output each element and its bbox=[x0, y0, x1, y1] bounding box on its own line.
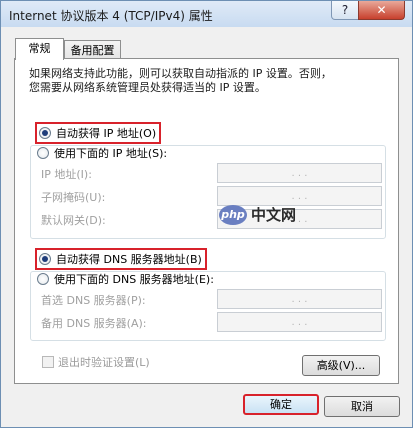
preferred-dns-label: 首选 DNS 服务器(P): bbox=[41, 294, 146, 307]
cancel-button[interactable]: 取消 bbox=[324, 396, 400, 417]
intro-line-2: 您需要从网络系统管理员处获得适当的 IP 设置。 bbox=[29, 81, 266, 94]
dialog-window: Internet 协议版本 4 (TCP/IPv4) 属性 ? ✕ 常规 备用配… bbox=[0, 0, 413, 428]
ip-address-value: . . . bbox=[291, 167, 308, 179]
close-button[interactable]: ✕ bbox=[358, 1, 405, 20]
preferred-dns-input[interactable]: . . . bbox=[217, 289, 382, 309]
auto-dns-label: 自动获得 DNS 服务器地址(B) bbox=[56, 253, 202, 266]
auto-ip-label: 自动获得 IP 地址(O) bbox=[56, 127, 157, 140]
preferred-dns-value: . . . bbox=[291, 293, 308, 305]
subnet-mask-value: . . . bbox=[291, 190, 308, 202]
ok-button[interactable]: 确定 bbox=[243, 394, 319, 415]
ip-address-label: IP 地址(I): bbox=[41, 168, 92, 181]
manual-dns-radio-row[interactable]: 使用下面的 DNS 服务器地址(E): bbox=[37, 271, 214, 287]
auto-ip-radio-row[interactable]: 自动获得 IP 地址(O) bbox=[35, 122, 162, 144]
manual-ip-radio[interactable] bbox=[37, 147, 49, 159]
title-bar[interactable]: Internet 协议版本 4 (TCP/IPv4) 属性 ? ✕ bbox=[1, 1, 412, 27]
help-button[interactable]: ? bbox=[331, 1, 359, 20]
manual-dns-radio[interactable] bbox=[37, 273, 49, 285]
default-gateway-label: 默认网关(D): bbox=[41, 214, 106, 227]
alternate-dns-input[interactable]: . . . bbox=[217, 312, 382, 332]
default-gateway-input[interactable]: . . . bbox=[217, 209, 382, 229]
advanced-button[interactable]: 高级(V)... bbox=[302, 355, 380, 376]
validate-settings-checkbox[interactable] bbox=[42, 356, 54, 368]
auto-dns-radio-row[interactable]: 自动获得 DNS 服务器地址(B) bbox=[35, 248, 207, 270]
window-title: Internet 协议版本 4 (TCP/IPv4) 属性 bbox=[9, 9, 213, 23]
alternate-dns-value: . . . bbox=[291, 316, 308, 328]
manual-ip-label: 使用下面的 IP 地址(S): bbox=[54, 147, 168, 160]
manual-dns-label: 使用下面的 DNS 服务器地址(E): bbox=[54, 273, 214, 286]
auto-ip-radio[interactable] bbox=[39, 127, 51, 139]
validate-settings-label: 退出时验证设置(L) bbox=[58, 356, 150, 369]
manual-ip-radio-row[interactable]: 使用下面的 IP 地址(S): bbox=[37, 145, 167, 161]
intro-line-1: 如果网络支持此功能，则可以获取自动指派的 IP 设置。否则， bbox=[29, 67, 332, 80]
subnet-mask-label: 子网掩码(U): bbox=[41, 191, 106, 204]
validate-settings-row[interactable]: 退出时验证设置(L) bbox=[42, 354, 150, 370]
auto-dns-radio[interactable] bbox=[39, 253, 51, 265]
general-tab-panel: 如果网络支持此功能，则可以获取自动指派的 IP 设置。否则， 您需要从网络系统管… bbox=[14, 58, 399, 384]
subnet-mask-input[interactable]: . . . bbox=[217, 186, 382, 206]
alternate-dns-label: 备用 DNS 服务器(A): bbox=[41, 317, 147, 330]
intro-text: 如果网络支持此功能，则可以获取自动指派的 IP 设置。否则， 您需要从网络系统管… bbox=[29, 67, 384, 95]
ip-address-input[interactable]: . . . bbox=[217, 163, 382, 183]
tab-general[interactable]: 常规 bbox=[15, 38, 64, 60]
default-gateway-value: . . . bbox=[291, 213, 308, 225]
